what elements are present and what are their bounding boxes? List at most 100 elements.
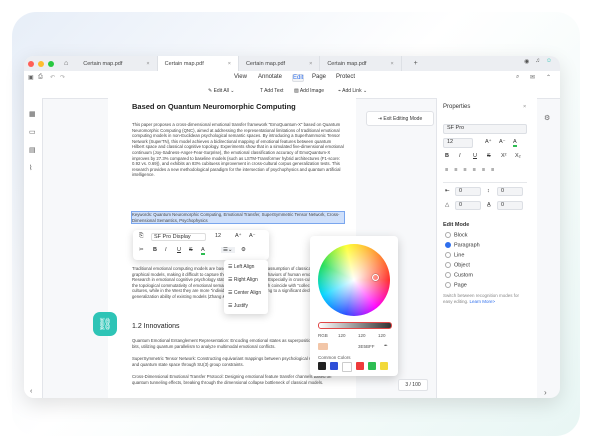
menu-page[interactable]: Page [312,74,326,80]
print-icon[interactable]: ⎙ [38,74,43,81]
align-left-item[interactable]: ☰ Left Align [228,264,254,270]
green-value[interactable]: 120 [358,333,366,338]
keywords-paragraph-selected[interactable]: Keywords: Quantum Neuromorphic Computing… [131,210,345,225]
maximize-window-icon[interactable] [48,60,54,67]
text-color-button[interactable]: A [201,247,205,255]
undo-icon[interactable]: ↶ [50,74,55,81]
red-value[interactable]: 120 [338,333,346,338]
subscript-icon[interactable]: X₂ [515,153,521,159]
tab-close-icon[interactable]: × [146,61,149,67]
decrease-font-icon[interactable]: A⁻ [249,233,256,239]
mode-block[interactable]: Block [445,232,467,238]
strike-icon[interactable]: S [487,153,491,159]
bold-button[interactable]: B [153,247,157,253]
avatar[interactable]: ☺ [546,58,552,65]
decrease-font-icon[interactable]: A⁻ [499,139,506,145]
search-icon[interactable]: ⌕ [516,74,519,81]
alignment-icons[interactable]: ≡≡≡≡≡≡ [445,167,500,173]
tab-2[interactable]: Certain map.pdf × [157,56,239,71]
add-link-button[interactable]: ⌁ Add Link ⌄ [338,88,367,94]
minimize-window-icon[interactable] [38,60,44,67]
add-text-button[interactable]: T Add Text [260,88,283,94]
align-right-item[interactable]: ☰ Right Align [228,277,258,283]
comment-icon[interactable]: ▭ [29,128,36,136]
menu-view[interactable]: View [234,74,247,80]
increase-font-icon[interactable]: A⁺ [485,139,492,145]
tab-close-icon[interactable]: × [228,61,231,67]
hex-value[interactable]: 3E5BFF [358,344,375,349]
doc-paragraph-1[interactable]: This paper proposes a cross-dimensional … [132,122,344,178]
align-dropdown-icon[interactable]: ☰⌄ [221,247,235,253]
redo-icon[interactable]: ↷ [60,74,65,81]
settings-icon[interactable]: ⚙ [241,247,246,253]
underline-icon[interactable]: U [473,153,477,159]
link-app-icon[interactable]: ⛓ [93,312,117,336]
attachment-icon[interactable]: ⌇ [29,164,32,172]
menu-annotate[interactable]: Annotate [258,74,282,80]
strikethrough-button[interactable]: S [189,247,193,253]
learn-more-link[interactable]: Learn More> [470,299,496,304]
superscript-icon[interactable]: X² [501,153,507,159]
save-icon[interactable]: ▣ [28,74,34,81]
align-center-item[interactable]: ☰ Center Align [228,290,261,296]
indent-left-field[interactable]: 0 [455,187,481,196]
tab-4[interactable]: Certain map.pdf × [320,56,402,71]
mode-paragraph[interactable]: Paragraph [445,242,480,248]
collapse-icon[interactable]: ⌃ [546,74,551,81]
char-spacing-field[interactable]: 0 [497,201,523,210]
swatch-black[interactable] [318,362,326,370]
tab-1[interactable]: Certain map.pdf × [76,56,158,71]
bold-icon[interactable]: B [445,153,449,159]
mail-icon[interactable]: ✉ [530,74,535,81]
edit-toolbar: ✎ Edit All ⌄ T Add Text ▨ Add Image ⌁ Ad… [24,84,560,99]
next-page-arrow[interactable]: › [544,388,547,397]
rotation-field[interactable]: 0 [455,201,481,210]
tab-3[interactable]: Certain map.pdf × [239,56,321,71]
new-tab-button[interactable]: + [414,60,418,67]
close-panel-icon[interactable]: × [523,104,526,110]
swatch-red[interactable] [356,362,364,370]
account-icon[interactable]: ◉ [524,58,529,65]
brightness-slider[interactable] [318,322,392,329]
panel-settings-icon[interactable]: ⚙ [544,114,550,122]
eyedropper-icon[interactable]: ✒ [384,343,388,349]
mode-page[interactable]: Page [445,282,467,288]
color-wheel[interactable] [318,244,390,316]
close-window-icon[interactable] [28,60,34,67]
italic-icon[interactable]: I [459,153,461,159]
cut-icon[interactable]: ✂ [139,247,144,253]
mode-object[interactable]: Object [445,262,470,268]
edit-all-button[interactable]: ✎ Edit All ⌄ [208,88,234,94]
justify-item[interactable]: ☰ Justify [228,303,248,309]
add-image-button[interactable]: ▨ Add Image [294,88,324,94]
exit-editing-button[interactable]: ⇥ Exit Editing Mode [366,111,434,126]
tab-close-icon[interactable]: × [309,61,312,67]
font-select[interactable]: SF Pro Display [151,233,206,241]
wheel-handle[interactable] [372,274,379,281]
mode-line[interactable]: Line [445,252,464,258]
swatch-white[interactable] [342,362,352,372]
font-size-field[interactable]: 12 [443,138,473,148]
swatch-blue[interactable] [330,362,338,370]
increase-font-icon[interactable]: A⁺ [235,233,242,239]
copy-format-icon[interactable]: ⎘ [139,233,143,240]
page-indicator[interactable]: 3 / 100 [398,379,428,391]
font-color-icon[interactable]: A [513,139,517,147]
swatch-green[interactable] [368,362,376,370]
italic-button[interactable]: I [165,247,167,253]
tab-close-icon[interactable]: × [390,61,393,67]
bookmark-icon[interactable]: ▤ [29,146,36,154]
font-size-select[interactable]: 12 [215,233,221,239]
blue-value[interactable]: 120 [378,333,386,338]
font-family-select[interactable]: SF Pro [443,124,527,134]
notification-icon[interactable]: ♫ [535,58,540,65]
home-icon[interactable]: ⌂ [64,60,68,67]
menu-protect[interactable]: Protect [336,74,355,80]
underline-button[interactable]: U [177,247,181,253]
mode-custom[interactable]: Custom [445,272,473,278]
line-spacing-field[interactable]: 0 [497,187,523,196]
menu-edit[interactable]: Edit [292,74,305,82]
prev-page-arrow[interactable]: ‹ [30,388,32,395]
thumbnails-icon[interactable]: ▦ [29,110,36,118]
swatch-yellow[interactable] [380,362,388,370]
